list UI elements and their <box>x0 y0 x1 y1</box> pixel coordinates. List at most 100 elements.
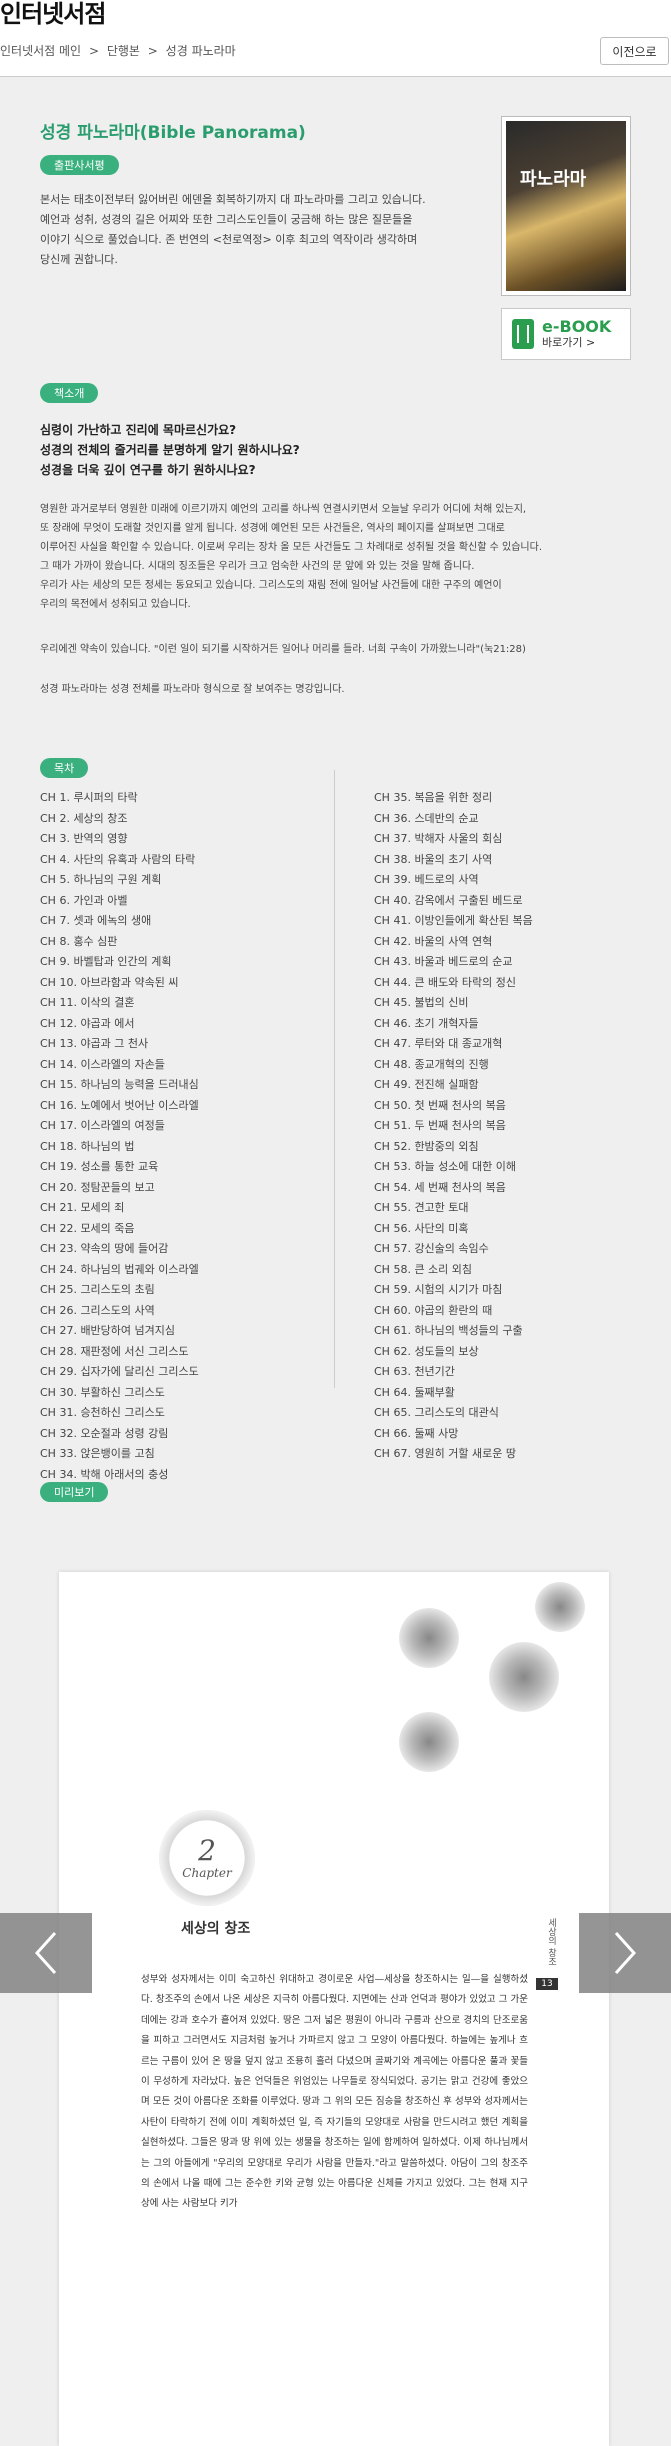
toc-item[interactable]: CH 3. 반역의 영향 <box>40 829 199 850</box>
toc-item[interactable]: CH 16. 노예에서 벗어난 이스라엘 <box>40 1096 199 1117</box>
preview-badge: 미리보기 <box>40 1482 109 1502</box>
toc-item[interactable]: CH 13. 야곱과 그 천사 <box>40 1034 199 1055</box>
toc-item[interactable]: CH 15. 하나님의 능력을 드러내심 <box>40 1075 199 1096</box>
toc-item[interactable]: CH 61. 하나님의 백성들의 구출 <box>374 1321 533 1342</box>
toc-item[interactable]: CH 50. 첫 번째 천사의 복음 <box>374 1096 533 1117</box>
breadcrumb-separator: > <box>147 44 158 58</box>
toc-item[interactable]: CH 18. 하나님의 법 <box>40 1137 199 1158</box>
toc-item[interactable]: CH 11. 이삭의 결혼 <box>40 993 199 1014</box>
toc-item[interactable]: CH 52. 한밤중의 외침 <box>374 1137 533 1158</box>
toc-item[interactable]: CH 43. 바울과 베드로의 순교 <box>374 952 533 973</box>
preview-page-image: 2 Chapter 세상의 창조 세상의 창조 13 성부와 성자께서는 이미 … <box>59 1572 609 2446</box>
toc-item[interactable]: CH 10. 아브라함과 약속된 씨 <box>40 973 199 994</box>
intro-question: 심령이 가난하고 진리에 목마르신가요? <box>40 423 237 437</box>
toc-item[interactable]: CH 40. 감옥에서 구출된 베드로 <box>374 891 533 912</box>
toc-item[interactable]: CH 14. 이스라엘의 자손들 <box>40 1055 199 1076</box>
toc-item[interactable]: CH 8. 홍수 심판 <box>40 932 199 953</box>
decorative-flower <box>535 1582 585 1632</box>
toc-item[interactable]: CH 35. 복음을 위한 정리 <box>374 788 533 809</box>
chapter-title: 세상의 창조 <box>181 1921 251 1937</box>
toc-item[interactable]: CH 5. 하나님의 구원 계획 <box>40 870 199 891</box>
toc-item[interactable]: CH 7. 셋과 에녹의 생애 <box>40 911 199 932</box>
intro-line: 우리가 사는 세상의 모든 정세는 동요되고 있습니다. 그리스도의 재림 전에… <box>40 580 502 591</box>
toc-item[interactable]: CH 25. 그리스도의 초림 <box>40 1280 199 1301</box>
toc-item[interactable]: CH 67. 영원히 거할 새로운 땅 <box>374 1444 533 1465</box>
toc-item[interactable]: CH 46. 초기 개혁자들 <box>374 1014 533 1035</box>
toc-left-column: CH 1. 루시퍼의 타락 CH 2. 세상의 창조 CH 3. 반역의 영향 CH … <box>40 788 199 1485</box>
toc-item[interactable]: CH 29. 십자가에 달리신 그리스도 <box>40 1362 199 1383</box>
toc-item[interactable]: CH 9. 바벨탑과 인간의 계획 <box>40 952 199 973</box>
toc-item[interactable]: CH 27. 배반당하여 넘겨지심 <box>40 1321 199 1342</box>
toc-item[interactable]: CH 32. 오순절과 성령 강림 <box>40 1424 199 1445</box>
toc-item[interactable]: CH 12. 야곱과 에서 <box>40 1014 199 1035</box>
toc-item[interactable]: CH 48. 종교개혁의 진행 <box>374 1055 533 1076</box>
toc-item[interactable]: CH 60. 야곱의 환란의 때 <box>374 1301 533 1322</box>
breadcrumb-separator: > <box>88 44 99 58</box>
breadcrumb-home[interactable]: 인터넷서점 메인 <box>0 44 81 58</box>
review-line: 당신께 권합니다. <box>40 253 118 266</box>
toc-item[interactable]: CH 56. 사단의 미혹 <box>374 1219 533 1240</box>
decorative-flower <box>399 1712 459 1772</box>
toc-item[interactable]: CH 1. 루시퍼의 타락 <box>40 788 199 809</box>
toc-item[interactable]: CH 23. 약속의 땅에 들어감 <box>40 1239 199 1260</box>
ebook-button[interactable]: e-BOOK 바로가기 > <box>501 308 631 360</box>
preview-next-button[interactable] <box>579 1913 671 1993</box>
toc-item[interactable]: CH 55. 견고한 토대 <box>374 1198 533 1219</box>
intro-summary: 성경 파노라마는 성경 전체를 파노라마 형식으로 잘 보여주는 명강입니다. <box>40 684 345 695</box>
toc-item[interactable]: CH 39. 베드로의 사역 <box>374 870 533 891</box>
toc-item[interactable]: CH 44. 큰 배도와 타락의 정신 <box>374 973 533 994</box>
toc-item[interactable]: CH 30. 부활하신 그리스도 <box>40 1383 199 1404</box>
page-number: 13 <box>536 1978 558 1990</box>
toc-item[interactable]: CH 64. 둘째부활 <box>374 1383 533 1404</box>
toc-item[interactable]: CH 54. 세 번째 천사의 복음 <box>374 1178 533 1199</box>
toc-item[interactable]: CH 19. 성소를 통한 교육 <box>40 1157 199 1178</box>
toc-item[interactable]: CH 59. 시험의 시기가 마침 <box>374 1280 533 1301</box>
toc-item[interactable]: CH 4. 사단의 유혹과 사람의 타락 <box>40 850 199 871</box>
toc-item[interactable]: CH 65. 그리스도의 대관식 <box>374 1403 533 1424</box>
site-title[interactable]: 인터넷서점 <box>0 0 106 28</box>
decorative-flower <box>399 1608 459 1668</box>
chevron-right-icon <box>614 1931 637 1975</box>
intro-line: 또 장래에 무엇이 도래할 것인지를 알게 됩니다. 성경에 예언된 모든 사건… <box>40 523 505 534</box>
toc-item[interactable]: CH 53. 하늘 성소에 대한 이해 <box>374 1157 533 1178</box>
toc-item[interactable]: CH 24. 하나님의 법궤와 이스라엘 <box>40 1260 199 1281</box>
toc-item[interactable]: CH 37. 박해자 사울의 회심 <box>374 829 533 850</box>
chapter-number: 2 <box>198 1834 216 1867</box>
intro-line: 그 때가 가까이 왔습니다. 시대의 징조들은 우리가 크고 엄숙한 사건의 문… <box>40 561 475 572</box>
review-line: 이야기 식으로 풀었습니다. 존 번연의 <천로역정> 이후 최고의 역작이라 … <box>40 233 418 246</box>
back-button[interactable]: 이전으로 <box>600 37 669 65</box>
toc-item[interactable]: CH 2. 세상의 창조 <box>40 809 199 830</box>
toc-item[interactable]: CH 36. 스데반의 순교 <box>374 809 533 830</box>
chapter-emblem: 2 Chapter <box>159 1810 255 1906</box>
toc-item[interactable]: CH 49. 전진해 실패함 <box>374 1075 533 1096</box>
breadcrumb-category[interactable]: 단행본 <box>107 44 140 58</box>
toc-item[interactable]: CH 51. 두 번째 천사의 복음 <box>374 1116 533 1137</box>
publisher-review-text: 본서는 태초이전부터 잃어버린 에덴을 회복하기까지 대 파노라마를 그리고 있… <box>40 190 480 270</box>
toc-item[interactable]: CH 47. 루터와 대 종교개혁 <box>374 1034 533 1055</box>
toc-item[interactable]: CH 58. 큰 소리 외침 <box>374 1260 533 1281</box>
toc-item[interactable]: CH 57. 강신술의 속임수 <box>374 1239 533 1260</box>
toc-item[interactable]: CH 66. 둘째 사망 <box>374 1424 533 1445</box>
toc-item[interactable]: CH 28. 재판정에 서신 그리스도 <box>40 1342 199 1363</box>
toc-item[interactable]: CH 22. 모세의 죽음 <box>40 1219 199 1240</box>
toc-item[interactable]: CH 20. 정탐꾼들의 보고 <box>40 1178 199 1199</box>
toc-item[interactable]: CH 26. 그리스도의 사역 <box>40 1301 199 1322</box>
toc-item[interactable]: CH 63. 천년기간 <box>374 1362 533 1383</box>
toc-item[interactable]: CH 31. 승천하신 그리스도 <box>40 1403 199 1424</box>
toc-item[interactable]: CH 41. 이방인들에게 확산된 복음 <box>374 911 533 932</box>
toc-item[interactable]: CH 33. 앉은뱅이를 고침 <box>40 1444 199 1465</box>
intro-line: 우리의 목전에서 성취되고 있습니다. <box>40 599 191 610</box>
preview-prev-button[interactable] <box>0 1913 92 1993</box>
toc-item[interactable]: CH 45. 불법의 신비 <box>374 993 533 1014</box>
intro-paragraph: 영원한 과거로부터 영원한 미래에 이르기까지 예언의 고리를 하나씩 연결시키… <box>40 500 640 614</box>
ebook-sub-label: 바로가기 > <box>542 336 596 349</box>
cover-art <box>506 121 626 291</box>
toc-item[interactable]: CH 6. 가인과 아벨 <box>40 891 199 912</box>
ebook-icon <box>512 319 534 349</box>
chapter-word: Chapter <box>182 1866 232 1880</box>
toc-item[interactable]: CH 38. 바울의 초기 사역 <box>374 850 533 871</box>
toc-item[interactable]: CH 42. 바울의 사역 연혁 <box>374 932 533 953</box>
toc-item[interactable]: CH 62. 성도들의 보상 <box>374 1342 533 1363</box>
toc-item[interactable]: CH 17. 이스라엘의 여정들 <box>40 1116 199 1137</box>
toc-item[interactable]: CH 21. 모세의 죄 <box>40 1198 199 1219</box>
